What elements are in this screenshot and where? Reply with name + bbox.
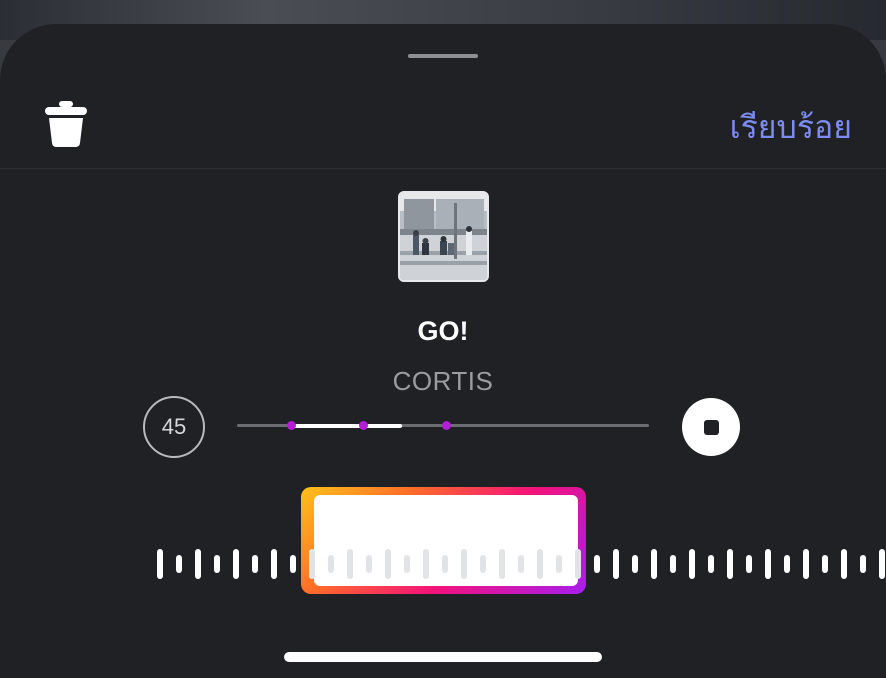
waveform-bar [651, 549, 657, 579]
lyric-marker [442, 421, 451, 430]
waveform-bar [366, 555, 372, 573]
waveform-bar [157, 549, 163, 579]
waveform-bar [537, 549, 543, 579]
home-indicator [284, 652, 602, 662]
waveform-bar [309, 549, 315, 579]
waveform-bar [784, 555, 790, 573]
waveform-bar [461, 549, 467, 579]
waveform-bar [385, 549, 391, 579]
waveform-bar [727, 549, 733, 579]
waveform-bar [708, 555, 714, 573]
waveform-bar [803, 549, 809, 579]
waveform-bar [252, 555, 258, 573]
waveform-bar [670, 555, 676, 573]
waveform-bar [233, 549, 239, 579]
waveform-bar [271, 549, 277, 579]
stop-icon [703, 419, 719, 435]
waveform-bar [765, 549, 771, 579]
waveform-bar [404, 555, 410, 573]
sheet-grabber[interactable] [408, 54, 478, 58]
album-artwork [398, 191, 489, 282]
waveform-bar [594, 555, 600, 573]
audio-waveform[interactable] [0, 504, 886, 624]
waveform-bar [214, 555, 220, 573]
waveform-bar [176, 555, 182, 573]
music-sheet: เรียบร้อย GO! CORTIS 45 [0, 24, 886, 678]
waveform-bar [822, 555, 828, 573]
waveform-bar [442, 555, 448, 573]
waveform-bar [632, 555, 638, 573]
waveform-bar [328, 555, 334, 573]
waveform-bar [480, 555, 486, 573]
done-button[interactable]: เรียบร้อย [730, 102, 852, 153]
waveform-bar [195, 549, 201, 579]
waveform-bar [746, 555, 752, 573]
waveform-bar [841, 549, 847, 579]
waveform-bar [290, 555, 296, 573]
waveform-bar [518, 555, 524, 573]
waveform-bar [347, 549, 353, 579]
waveform-bar [689, 549, 695, 579]
song-title: GO! [417, 316, 469, 346]
waveform-bar [556, 555, 562, 573]
playback-progress-track[interactable] [237, 421, 649, 430]
lyric-marker [359, 421, 368, 430]
selection-start-marker [287, 421, 296, 430]
stop-button[interactable] [682, 398, 740, 456]
waveform-bar [423, 549, 429, 579]
clip-duration-button[interactable]: 45 [143, 396, 205, 458]
waveform-bar [879, 549, 885, 579]
waveform-bar [613, 549, 619, 579]
clip-duration-label: 45 [161, 414, 187, 439]
trash-icon[interactable] [44, 100, 88, 148]
waveform-bar [860, 555, 866, 573]
waveform-bar [575, 549, 581, 579]
playback-progress-fill [290, 423, 402, 428]
header-divider [0, 168, 886, 169]
waveform-bar [499, 549, 505, 579]
song-artist: CORTIS [392, 366, 494, 396]
